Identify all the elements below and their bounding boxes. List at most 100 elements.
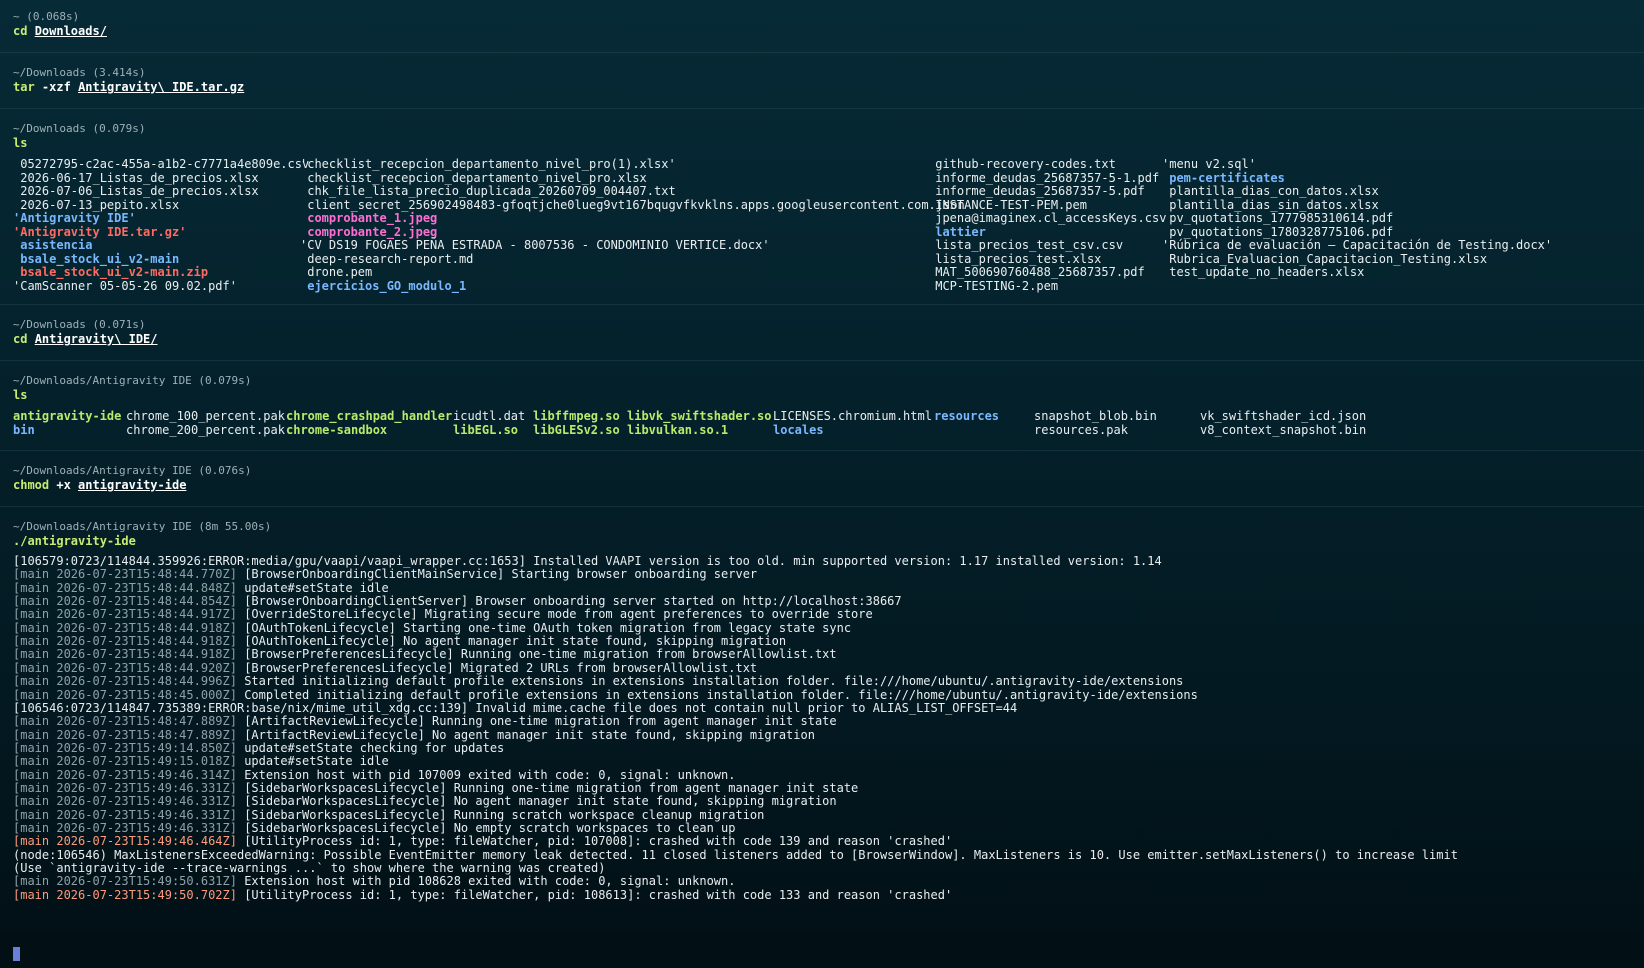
terminal-window[interactable]: ~ (0.068s) cd Downloads/ ~/Downloads (3.…	[0, 0, 1644, 968]
command-block-ls-antigravity[interactable]: ~/Downloads/Antigravity IDE (0.079s) ls …	[0, 360, 1644, 451]
command-arg-path[interactable]: antigravity-ide	[78, 478, 186, 492]
log-line: [main 2026-07-23T15:49:46.331Z] [Sidebar…	[13, 781, 858, 795]
ls-entry[interactable]: 'menu v2.sql'	[1162, 157, 1256, 171]
command-block-cd-antigravity[interactable]: ~/Downloads (0.071s) cd Antigravity\ IDE…	[0, 304, 1644, 361]
ls-entry[interactable]: snapshot_blob.bin	[1034, 409, 1157, 423]
command-block-cd-downloads[interactable]: ~ (0.068s) cd Downloads/	[0, 0, 1644, 53]
ls-entry[interactable]: plantilla_dias_sin_datos.xlsx	[1162, 198, 1379, 212]
ls-entry[interactable]: libEGL.so	[453, 423, 518, 437]
log-message: [BrowserPreferencesLifecycle] Migrated 2…	[236, 660, 758, 675]
ls-entry[interactable]: libvulkan.so.1	[627, 423, 728, 437]
command-arg-path[interactable]: Downloads/	[35, 24, 107, 38]
ls-entry[interactable]: lattier	[928, 225, 986, 239]
ls-entry[interactable]: informe_deudas_25687357-5-1.pdf	[928, 171, 1159, 185]
log-message: [106546:0723/114847.735389:ERROR:base/ni…	[13, 700, 1018, 715]
ls-entry[interactable]: antigravity-ide	[13, 409, 121, 423]
log-line: [106579:0723/114844.359926:ERROR:media/g…	[13, 554, 1162, 568]
log-line: [main 2026-07-23T15:48:44.854Z] [Browser…	[13, 594, 902, 608]
ls-entry[interactable]: 'Antigravity IDE'	[13, 211, 136, 225]
ls-entry[interactable]: deep-research-report.md	[300, 252, 473, 266]
ls-entry[interactable]: 2026-06-17_Listas_de_precios.xlsx	[13, 171, 258, 185]
log-timestamp: [main 2026-07-23T15:49:50.631Z]	[13, 874, 237, 889]
ls-entry[interactable]: asistencia	[13, 238, 92, 252]
log-line: [main 2026-07-23T15:49:46.314Z] Extensio…	[13, 768, 735, 782]
block-context: ~/Downloads/Antigravity IDE (8m 55.00s)	[13, 520, 272, 533]
ls-entry[interactable]: bsale_stock_ui_v2-main.zip	[13, 265, 208, 279]
log-message: [OAuthTokenLifecycle] No agent manager i…	[236, 634, 787, 649]
command-block-chmod[interactable]: ~/Downloads/Antigravity IDE (0.076s) chm…	[0, 450, 1644, 507]
log-timestamp: [main 2026-07-23T15:49:46.331Z]	[13, 780, 237, 795]
ls-entry[interactable]: resources.pak	[1034, 423, 1128, 437]
ls-entry[interactable]: test_update_no_headers.xlsx	[1162, 265, 1364, 279]
ls-entry[interactable]: locales	[773, 423, 824, 437]
ls-entry[interactable]: lista_precios_test_csv.csv	[928, 238, 1123, 252]
ls-entry[interactable]: pem-certificates	[1162, 171, 1285, 185]
command-block-ls-downloads[interactable]: ~/Downloads (0.079s) ls 05272795-c2ac-45…	[0, 108, 1644, 305]
log-line: [106546:0723/114847.735389:ERROR:base/ni…	[13, 701, 1017, 715]
ls-entry[interactable]: MAT_500690760488_25687357.pdf	[928, 265, 1145, 279]
ls-entry[interactable]: plantilla_dias_con_datos.xlsx	[1162, 184, 1379, 198]
ls-entry[interactable]: libffmpeg.so	[533, 409, 620, 423]
command-line: ls	[13, 136, 27, 150]
command-block-run-antigravity[interactable]: ~/Downloads/Antigravity IDE (8m 55.00s) …	[0, 506, 1644, 968]
log-message: [OverrideStoreLifecycle] Migrating secur…	[236, 607, 873, 622]
ls-entry[interactable]: pv_quotations_1777985310614.pdf	[1162, 211, 1393, 225]
ls-entry[interactable]: comprobante_2.jpeg	[300, 225, 437, 239]
ls-entry[interactable]: chrome_200_percent.pak	[126, 423, 285, 437]
ls-entry[interactable]: 'Rúbrica de evaluación – Capacitación de…	[1162, 238, 1552, 252]
ls-entry[interactable]: bsale_stock_ui_v2-main	[13, 252, 179, 266]
log-line: [main 2026-07-23T15:48:44.917Z] [Overrid…	[13, 607, 873, 621]
log-message: [SidebarWorkspacesLifecycle] No agent ma…	[236, 794, 837, 809]
ls-entry[interactable]: 'CV DS19 FOGAES PEÑA ESTRADA - 8007536 -…	[300, 238, 770, 252]
ls-entry[interactable]: chrome_100_percent.pak	[126, 409, 285, 423]
ls-entry[interactable]: jpena@imaginex.cl_accessKeys.csv	[928, 211, 1166, 225]
log-message: [ArtifactReviewLifecycle] No agent manag…	[236, 727, 815, 742]
log-message: update#setState checking for updates	[236, 740, 505, 755]
command-arg-path[interactable]: Antigravity\ IDE/	[35, 332, 158, 346]
ls-entry[interactable]: drone.pem	[300, 265, 372, 279]
ls-entry[interactable]: v8_context_snapshot.bin	[1200, 423, 1366, 437]
log-line: [main 2026-07-23T15:48:44.918Z] [OAuthTo…	[13, 621, 851, 635]
ls-entry[interactable]: icudtl.dat	[453, 409, 525, 423]
log-line: [main 2026-07-23T15:49:50.702Z] [Utility…	[13, 888, 952, 902]
ls-entry[interactable]: 2026-07-13_pepito.xlsx	[13, 198, 179, 212]
ls-entry[interactable]: Rubrica_Evaluacion_Capacitacion_Testing.…	[1162, 252, 1487, 266]
ls-entry[interactable]: chk_file_lista_precio_duplicada_20260709…	[300, 184, 675, 198]
ls-entry[interactable]: chrome_crashpad_handler	[286, 409, 452, 423]
ls-entry[interactable]: ejercicios_GO_modulo_1	[300, 279, 466, 293]
command-block-tar[interactable]: ~/Downloads (3.414s) tar -xzf Antigravit…	[0, 52, 1644, 109]
log-message: [SidebarWorkspacesLifecycle] No empty sc…	[236, 821, 736, 835]
ls-entry[interactable]: lista_precios_test.xlsx	[928, 252, 1101, 266]
ls-entry[interactable]: github-recovery-codes.txt	[928, 157, 1116, 171]
log-timestamp: [main 2026-07-23T15:49:50.702Z]	[13, 887, 237, 902]
ls-entry[interactable]: informe_deudas_25687357-5.pdf	[928, 184, 1145, 198]
ls-entry[interactable]: 'CamScanner 05-05-26 09.02.pdf'	[13, 279, 237, 293]
ls-entry[interactable]: 'Antigravity IDE.tar.gz'	[13, 225, 186, 239]
log-timestamp: [main 2026-07-23T15:48:44.918Z]	[13, 634, 237, 649]
ls-entry[interactable]: checklist_recepcion_departamento_nivel_p…	[300, 171, 647, 185]
ls-entry[interactable]: 'checklist_recepcion_departamento_nivel_…	[300, 157, 676, 171]
ls-entry[interactable]: chrome-sandbox	[286, 423, 387, 437]
ls-entry[interactable]: bin	[13, 423, 35, 437]
ls-entry[interactable]: comprobante_1.jpeg	[300, 211, 437, 225]
log-message: [ArtifactReviewLifecycle] Running one-ti…	[236, 714, 837, 729]
ls-entry[interactable]: libGLESv2.so	[533, 423, 620, 437]
block-context: ~/Downloads (0.071s)	[13, 318, 146, 331]
command-name: ls	[13, 136, 28, 150]
ls-entry[interactable]: 2026-07-06_Listas_de_precios.xlsx	[13, 184, 258, 198]
command-arg-path[interactable]: Antigravity\ IDE.tar.gz	[78, 80, 244, 94]
ls-entry[interactable]: INSTANCE-TEST-PEM.pem	[928, 198, 1087, 212]
log-timestamp: [main 2026-07-23T15:48:45.000Z]	[13, 687, 237, 702]
block-cursor-icon[interactable]	[13, 947, 20, 961]
log-timestamp: [main 2026-07-23T15:48:47.889Z]	[13, 714, 237, 729]
ls-entry[interactable]: libvk_swiftshader.so	[627, 409, 772, 423]
ls-entry[interactable]: vk_swiftshader_icd.json	[1200, 409, 1366, 423]
log-timestamp: [main 2026-07-23T15:49:15.018Z]	[13, 754, 237, 769]
ls-entry[interactable]: LICENSES.chromium.html	[773, 409, 932, 423]
ls-entry[interactable]: client_secret_256902498483-gfoqtjche0lue…	[300, 198, 964, 212]
ls-entry[interactable]: 05272795-c2ac-455a-a1b2-c7771a4e809e.csv	[13, 157, 309, 171]
ls-entry[interactable]: MCP-TESTING-2.pem	[928, 279, 1058, 293]
ls-entry[interactable]: resources	[934, 409, 999, 423]
ls-entry[interactable]: pv_quotations_1780328775106.pdf	[1162, 225, 1393, 239]
log-timestamp: [main 2026-07-23T15:48:47.889Z]	[13, 727, 237, 742]
